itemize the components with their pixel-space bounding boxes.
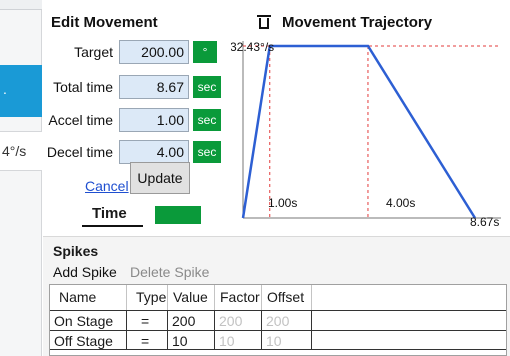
spike-name-cell[interactable]: On Stage <box>50 311 127 330</box>
movement-list-item-text: . <box>3 81 7 97</box>
column-header-type[interactable]: Type <box>127 285 168 310</box>
degree-unit-button[interactable]: ° <box>193 41 217 63</box>
spikes-table: Name Type Value Factor Offset On Stage =… <box>49 284 507 356</box>
total-time-label: Total time <box>53 79 113 95</box>
movement-list-item-selected[interactable]: . <box>0 65 42 117</box>
table-row[interactable]: On Stage = 200 200 200 <box>50 310 506 330</box>
total-time-unit-button[interactable]: sec <box>193 76 221 98</box>
spike-value-cell[interactable]: 200 <box>168 311 215 330</box>
table-row[interactable]: Off Stage = 10 10 10 <box>50 330 506 350</box>
add-spike-button[interactable]: Add Spike <box>53 264 117 280</box>
table-header-row: Name Type Value Factor Offset <box>50 285 506 310</box>
spike-factor-cell[interactable]: 200 <box>215 311 262 330</box>
spike-offset-cell[interactable]: 200 <box>262 311 312 330</box>
spike-offset-cell[interactable]: 10 <box>262 331 312 349</box>
spike-name-cell[interactable]: Off Stage <box>50 331 127 349</box>
decel-time-label: Decel time <box>46 144 113 160</box>
movement-list-item-value: 4°/s <box>2 143 27 159</box>
decel-time-input[interactable] <box>119 140 189 164</box>
target-input[interactable] <box>119 40 189 64</box>
time-label-total: 8.67s <box>470 215 499 229</box>
column-header-factor[interactable]: Factor <box>215 285 262 310</box>
total-time-input[interactable] <box>119 75 189 99</box>
velocity-label: 32.43°/s <box>231 40 274 54</box>
update-button[interactable]: Update <box>130 162 190 194</box>
trajectory-title: Movement Trajectory <box>282 14 433 31</box>
spike-factor-cell[interactable]: 10 <box>215 331 262 349</box>
time-label-accel: 1.00s <box>268 196 297 210</box>
time-label-decel: 4.00s <box>386 196 415 210</box>
trajectory-series-line <box>241 44 477 219</box>
movement-list-item[interactable]: 4°/s <box>0 131 42 171</box>
column-header-offset[interactable]: Offset <box>262 285 312 310</box>
spike-type-cell[interactable]: = <box>127 311 168 330</box>
cancel-link[interactable]: Cancel <box>85 178 129 194</box>
trajectory-chart: 32.43°/s 1.00s 4.00s 8.67s <box>231 40 501 229</box>
left-panel: . 4°/s <box>0 0 42 356</box>
left-panel-top-bar <box>0 0 42 10</box>
time-underline <box>82 225 143 227</box>
trash-icon[interactable] <box>257 13 271 29</box>
target-label: Target <box>74 44 113 60</box>
edit-movement-title: Edit Movement <box>51 14 158 31</box>
column-header-name[interactable]: Name <box>50 285 127 310</box>
spikes-panel: Spikes Add Spike Delete Spike Name Type … <box>43 237 510 356</box>
decel-time-unit-button[interactable]: sec <box>193 141 221 163</box>
spike-value-cell[interactable]: 10 <box>168 331 215 349</box>
time-label: Time <box>92 205 127 222</box>
time-toggle[interactable] <box>155 206 201 224</box>
delete-spike-button[interactable]: Delete Spike <box>130 264 209 280</box>
accel-time-unit-button[interactable]: sec <box>193 109 221 131</box>
column-header-value[interactable]: Value <box>168 285 215 310</box>
accel-time-input[interactable] <box>119 108 189 132</box>
accel-time-label: Accel time <box>48 112 113 128</box>
spike-type-cell[interactable]: = <box>127 331 168 349</box>
spikes-title: Spikes <box>53 243 99 259</box>
